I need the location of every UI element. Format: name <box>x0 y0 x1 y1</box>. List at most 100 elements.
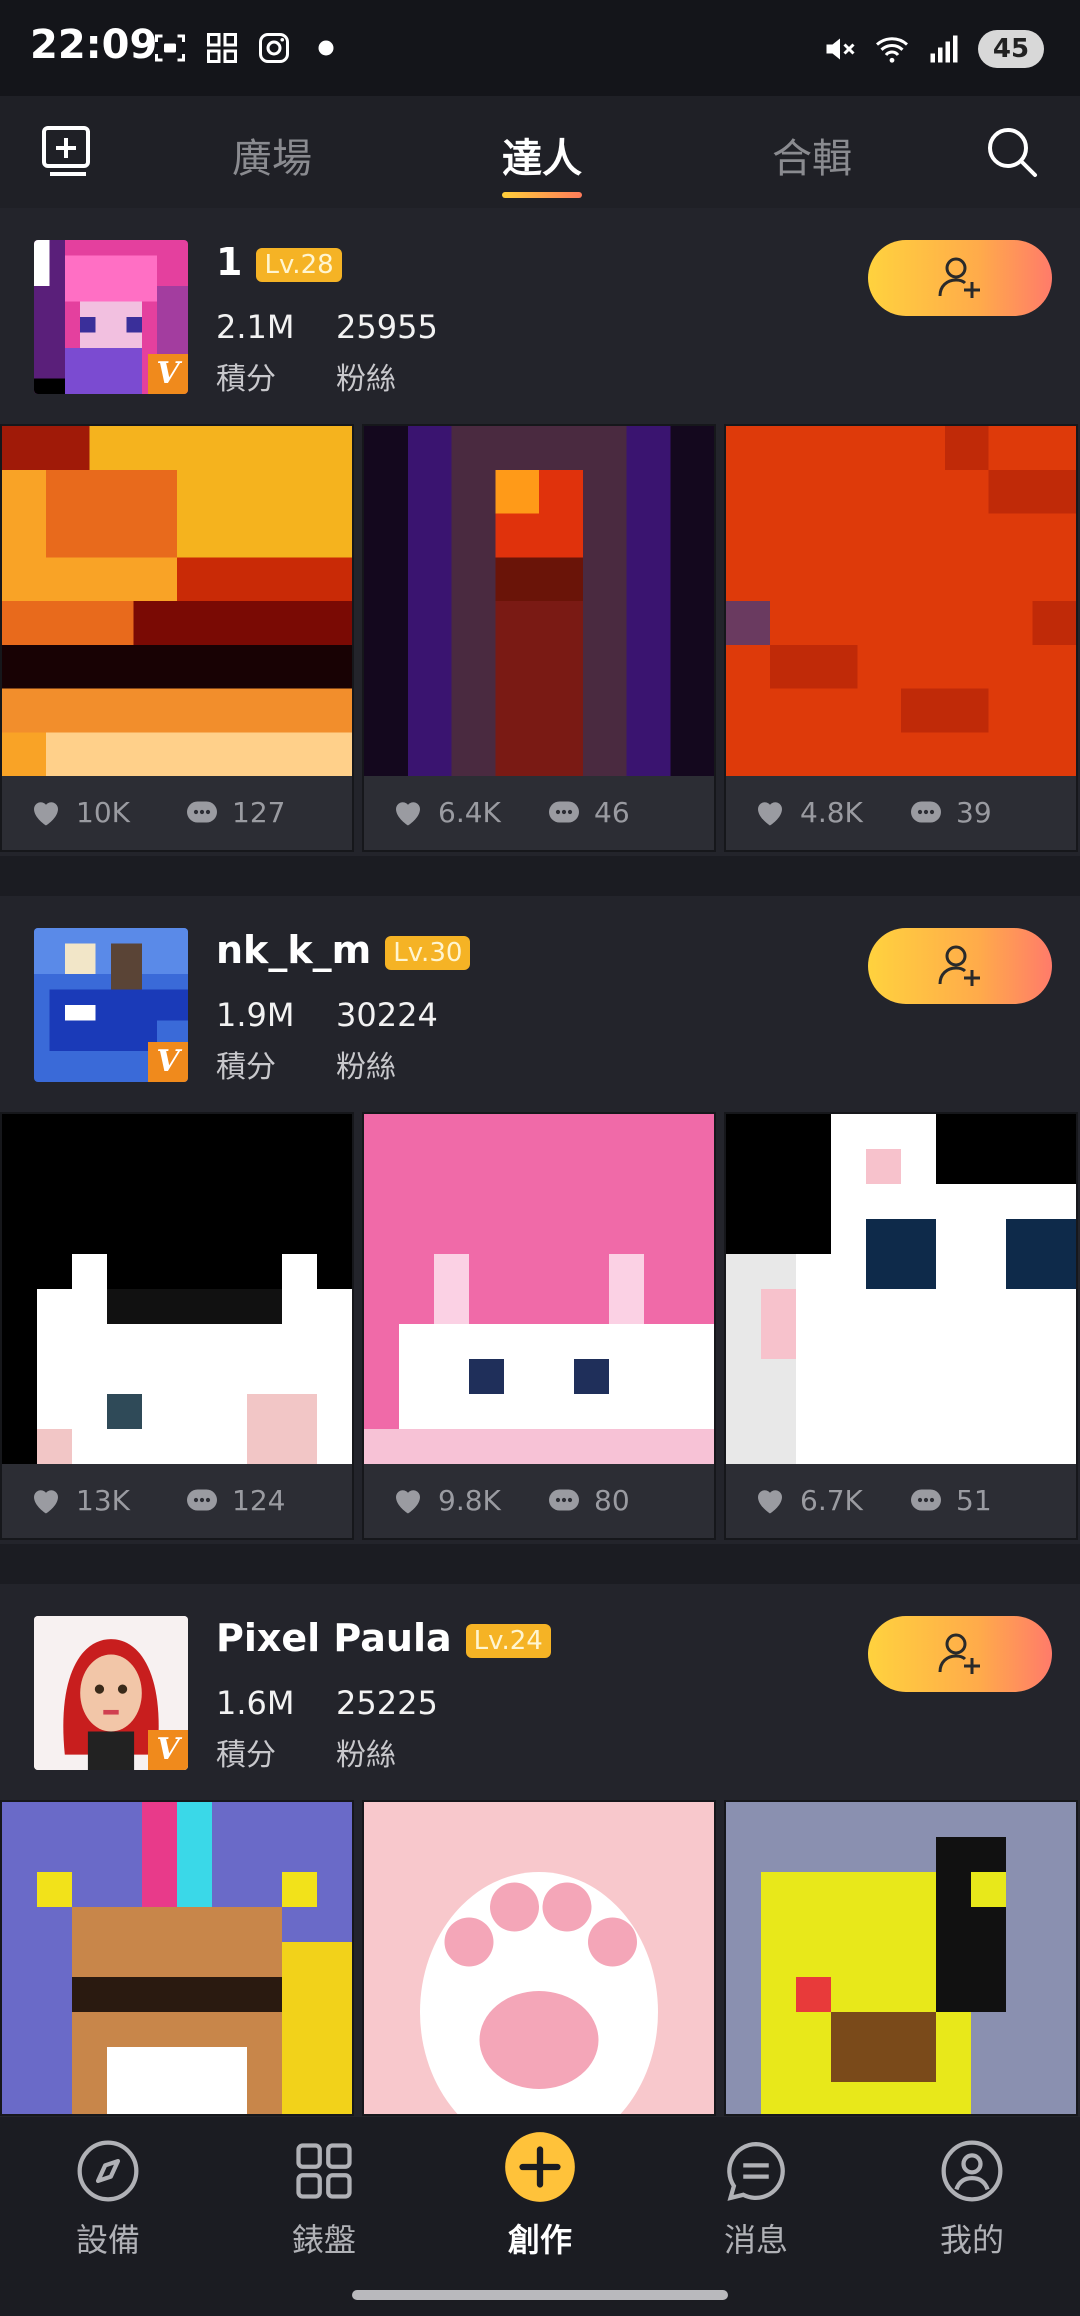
nav-messages-label: 消息 <box>723 2221 788 2259</box>
comment-icon[interactable] <box>908 1482 944 1518</box>
instagram-icon <box>259 33 289 63</box>
comment-icon[interactable] <box>908 794 944 830</box>
status-bar: 22:09 45 <box>0 0 1080 96</box>
nav-create-label: 創作 <box>507 2221 572 2259</box>
works-row: 10K 127 6.4K 46 4.8K 39 <box>0 424 1080 852</box>
pixel-art <box>2 426 352 776</box>
work-thumbnail[interactable]: 10K 127 <box>0 424 354 852</box>
username-text: 1 <box>216 240 243 284</box>
comments-count: 124 <box>232 1483 286 1517</box>
grid-icon <box>296 2143 352 2199</box>
like-icon[interactable] <box>752 794 788 830</box>
likes-count: 4.8K <box>800 795 863 829</box>
work-thumbnail[interactable]: 6.4K 46 <box>362 424 716 852</box>
likes-count: 6.4K <box>438 795 501 829</box>
nav-create[interactable]: 創作 <box>470 2129 610 2261</box>
status-time: 22:09 <box>30 22 158 68</box>
comment-icon[interactable] <box>546 794 582 830</box>
app-grid-icon <box>207 33 237 63</box>
tab-collections[interactable]: 合輯 <box>772 126 852 184</box>
username[interactable]: Pixel Paula Lv.24 <box>216 1616 551 1660</box>
verified-badge: V <box>148 1042 188 1082</box>
pixel-art <box>726 426 1076 776</box>
message-icon <box>727 2141 785 2201</box>
work-thumbnail[interactable] <box>724 1800 1078 2116</box>
nav-watchfaces-label: 錶盤 <box>291 2221 356 2259</box>
username[interactable]: nk_k_m Lv.30 <box>216 928 471 972</box>
verified-badge: V <box>148 1730 188 1770</box>
level-badge: Lv.28 <box>256 247 342 282</box>
search-icon[interactable] <box>984 124 1040 180</box>
like-icon[interactable] <box>28 794 64 830</box>
work-thumbnail[interactable]: 9.8K 80 <box>362 1112 716 1540</box>
nav-device-label: 設備 <box>75 2221 140 2259</box>
work-stats: 10K 127 <box>2 774 352 850</box>
likes-count: 9.8K <box>438 1483 501 1517</box>
top-navigation: 廣場 達人 合輯 <box>0 96 1080 208</box>
level-badge: Lv.30 <box>385 935 471 970</box>
comment-icon[interactable] <box>184 1482 220 1518</box>
like-icon[interactable] <box>390 794 426 830</box>
points-value: 2.1M <box>216 308 295 346</box>
follow-button[interactable] <box>868 928 1052 1004</box>
comments-count: 51 <box>956 1483 992 1517</box>
nav-watchfaces[interactable]: 錶盤 <box>254 2137 394 2261</box>
mute-icon <box>826 38 855 60</box>
work-thumbnail[interactable] <box>362 1800 716 2116</box>
battery-indicator: 45 <box>978 30 1044 68</box>
works-row <box>0 1800 1080 2116</box>
fans-value: 25955 <box>336 308 438 346</box>
pixel-art <box>2 1802 352 2114</box>
work-stats: 13K 124 <box>2 1462 352 1538</box>
work-thumbnail[interactable] <box>0 1800 354 2116</box>
nav-messages[interactable]: 消息 <box>686 2137 826 2261</box>
work-stats: 6.7K 51 <box>726 1462 1076 1538</box>
username-text: Pixel Paula <box>216 1616 452 1660</box>
points-label: 積分 <box>216 362 276 397</box>
fans-value: 30224 <box>336 996 438 1034</box>
plus-circle-icon <box>505 2132 575 2202</box>
compass-icon <box>77 2140 139 2202</box>
work-thumbnail[interactable]: 13K 124 <box>0 1112 354 1540</box>
work-thumbnail[interactable]: 4.8K 39 <box>724 424 1078 852</box>
comments-count: 80 <box>594 1483 630 1517</box>
comments-count: 127 <box>232 795 286 829</box>
like-icon[interactable] <box>752 1482 788 1518</box>
comments-count: 46 <box>594 795 630 829</box>
add-user-icon <box>938 1633 980 1674</box>
fans-label: 粉絲 <box>336 362 396 397</box>
like-icon[interactable] <box>28 1482 64 1518</box>
add-user-icon <box>938 257 980 298</box>
nav-profile-label: 我的 <box>939 2221 1004 2259</box>
pixel-art <box>364 426 714 776</box>
like-icon[interactable] <box>390 1482 426 1518</box>
avatar[interactable]: V <box>34 928 188 1082</box>
signal-icon <box>930 35 958 63</box>
fans-label: 粉絲 <box>336 1738 396 1773</box>
work-stats: 6.4K 46 <box>364 774 714 850</box>
avatar[interactable]: V <box>34 240 188 394</box>
home-indicator[interactable] <box>352 2290 728 2300</box>
add-user-icon <box>938 945 980 986</box>
comment-icon[interactable] <box>184 794 220 830</box>
user-card: V nk_k_m Lv.30 1.9M 30224 積分 粉絲 13K 124 … <box>0 896 1080 1544</box>
tab-experts[interactable]: 達人 <box>502 126 582 184</box>
follow-button[interactable] <box>868 240 1052 316</box>
pixel-art <box>364 1114 714 1464</box>
nav-profile[interactable]: 我的 <box>902 2137 1042 2261</box>
tab-plaza[interactable]: 廣場 <box>232 126 312 184</box>
work-thumbnail[interactable]: 6.7K 51 <box>724 1112 1078 1540</box>
avatar[interactable]: V <box>34 1616 188 1770</box>
follow-button[interactable] <box>868 1616 1052 1692</box>
fans-label: 粉絲 <box>336 1050 396 1085</box>
username[interactable]: 1 Lv.28 <box>216 240 342 284</box>
comments-count: 39 <box>956 795 992 829</box>
add-post-icon[interactable] <box>40 124 96 180</box>
username-text: nk_k_m <box>216 928 372 972</box>
nav-device[interactable]: 設備 <box>38 2137 178 2261</box>
pixel-art <box>2 1114 352 1464</box>
user-card: V Pixel Paula Lv.24 1.6M 25225 積分 粉絲 <box>0 1584 1080 2116</box>
likes-count: 13K <box>76 1483 130 1517</box>
pixel-art <box>364 1802 714 2114</box>
comment-icon[interactable] <box>546 1482 582 1518</box>
